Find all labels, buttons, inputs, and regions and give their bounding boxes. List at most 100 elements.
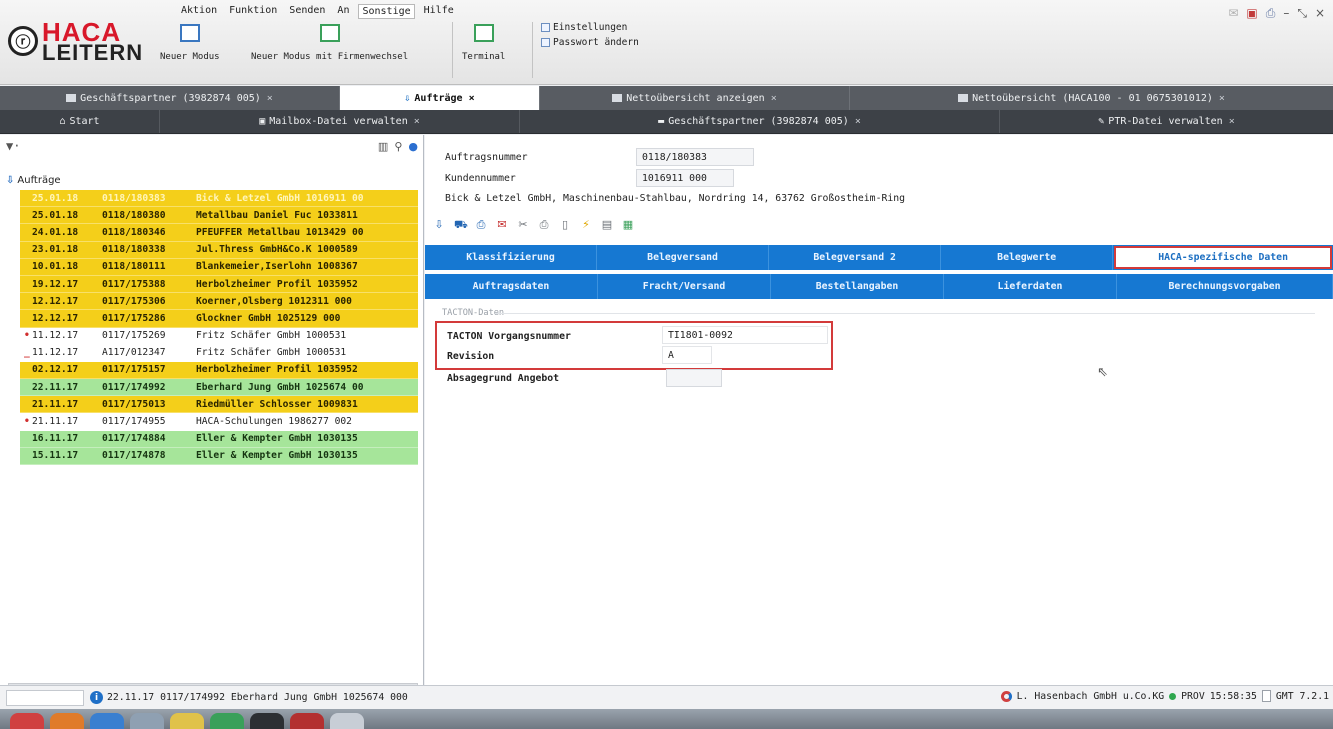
menu-hilfe[interactable]: Hilfe xyxy=(421,4,457,19)
tab-lieferdaten[interactable]: Lieferdaten xyxy=(944,274,1117,299)
tab-close-icon[interactable]: × xyxy=(771,93,777,104)
order-row[interactable]: 19.12.17 0117/175388 Herbolzheimer Profil … xyxy=(20,275,418,294)
tab-auftraege[interactable]: ⇩ Aufträge × xyxy=(340,86,540,110)
einstellungen-button[interactable]: Einstellungen xyxy=(541,22,627,33)
order-customer: Blankemeier,Iserlohn 1008367 xyxy=(196,261,358,273)
document-search-icon[interactable]: ⎙ xyxy=(475,218,487,233)
order-customer: Eller & Kempter GmbH 1030135 xyxy=(196,450,358,462)
table-icon[interactable]: ▦ xyxy=(622,218,634,233)
order-row[interactable]: _ 11.12.17 A117/012347 Fritz Schäfer GmbH 1… xyxy=(20,344,418,362)
absagegrund-field[interactable] xyxy=(666,369,722,387)
page-icon[interactable]: ▯ xyxy=(559,218,571,233)
columns-icon[interactable]: ▥ xyxy=(378,140,388,153)
order-customer: Glockner GmbH 1025129 000 xyxy=(196,312,341,324)
order-row[interactable]: 25.01.18 0118/180383 Bick & Letzel GmbH 10… xyxy=(20,190,418,208)
restore-icon[interactable]: ⤡ xyxy=(1297,6,1307,21)
tab-belegversand-2[interactable]: Belegversand 2 xyxy=(769,245,942,270)
mail-icon[interactable]: ✉ xyxy=(496,218,508,233)
tab-klassifizierung[interactable]: Klassifizierung xyxy=(425,245,598,270)
printer-icon[interactable]: ⎙ xyxy=(538,218,550,233)
taskbar-app-icon[interactable] xyxy=(290,713,324,729)
order-row[interactable]: 25.01.18 0118/180380 Metallbau Daniel Fuc … xyxy=(20,207,418,225)
tab-fracht-versand[interactable]: Fracht/Versand xyxy=(598,274,771,299)
order-row[interactable]: 02.12.17 0117/175157 Herbolzheimer Profil … xyxy=(20,361,418,380)
order-row[interactable]: 12.12.17 0117/175306 Koerner,Olsberg 10123… xyxy=(20,293,418,311)
taskbar-app-icon[interactable] xyxy=(50,713,84,729)
tab-nettouebersicht-haca100[interactable]: Nettoübersicht (HACA100 - 01 0675301012)… xyxy=(850,86,1333,110)
cart-icon[interactable]: ⛟ xyxy=(454,218,468,233)
order-row[interactable]: 23.01.18 0118/180338 Jul.Thress GmbH&Co.K … xyxy=(20,241,418,259)
taskbar-app-icon[interactable] xyxy=(330,713,364,729)
tab-close-icon[interactable]: × xyxy=(414,116,420,127)
search-icon[interactable]: ⚲ xyxy=(394,140,402,153)
tab-geschaeftspartner-2[interactable]: ▬ Geschäftspartner (3982874 005) × xyxy=(520,110,1000,133)
tree-icon[interactable]: ⇩ xyxy=(433,218,445,233)
tab-close-icon[interactable]: × xyxy=(855,116,861,127)
tab-haca-spezifische-daten[interactable]: HACA-spezifische Daten xyxy=(1114,246,1332,269)
tab-mailbox-datei[interactable]: ▣ Mailbox-Datei verwalten × xyxy=(160,110,520,133)
tab-auftragsdaten[interactable]: Auftragsdaten xyxy=(425,274,598,299)
menu-sonstige[interactable]: Sonstige xyxy=(358,4,415,19)
tree-root-auftraege[interactable]: ⇩ Aufträge xyxy=(6,175,61,186)
kundennummer-field[interactable]: 1016911 000 xyxy=(636,169,734,187)
tab-belegversand[interactable]: Belegversand xyxy=(597,245,770,270)
tab-close-icon[interactable]: × xyxy=(1229,116,1235,127)
menu-an[interactable]: An xyxy=(334,4,352,19)
os-taskbar xyxy=(0,709,1333,729)
order-row[interactable]: 24.01.18 0118/180346 PFEUFFER Metallbau 10… xyxy=(20,224,418,242)
order-customer: Jul.Thress GmbH&Co.K 1000589 xyxy=(196,244,358,256)
tab-berechnungsvorgaben[interactable]: Berechnungsvorgaben xyxy=(1117,274,1333,299)
minimize-icon[interactable]: – xyxy=(1283,6,1289,21)
tab-geschaeftspartner[interactable]: Geschäftspartner (3982874 005) × xyxy=(0,86,340,110)
auftragsnummer-field[interactable]: 0118/180383 xyxy=(636,148,754,166)
menu-aktion[interactable]: Aktion xyxy=(178,4,220,19)
passwort-aendern-button[interactable]: Passwort ändern xyxy=(541,37,639,48)
printer-icon[interactable]: ⎙ xyxy=(1266,6,1276,21)
taskbar-app-icon[interactable] xyxy=(10,713,44,729)
tab-bestellangaben[interactable]: Bestellangaben xyxy=(771,274,944,299)
taskbar-app-icon[interactable] xyxy=(130,713,164,729)
order-row[interactable]: 16.11.17 0117/174884 Eller & Kempter GmbH … xyxy=(20,430,418,448)
neuer-modus-firmenwechsel-button[interactable]: Neuer Modus mit Firmenwechsel xyxy=(251,24,408,62)
order-row[interactable]: 15.11.17 0117/174878 Eller & Kempter GmbH … xyxy=(20,447,418,465)
mail-icon[interactable]: ✉ xyxy=(1228,6,1238,21)
taskbar-app-icon[interactable] xyxy=(210,713,244,729)
tree-toolbar: ▼· ▥ ⚲ ● xyxy=(0,135,424,157)
menu-senden[interactable]: Senden xyxy=(286,4,328,19)
pdf-icon[interactable]: ▣ xyxy=(1246,6,1257,21)
row-marker: _ xyxy=(24,347,30,359)
haca-logo: ⓡ HACA LEITERN xyxy=(6,16,146,68)
taskbar-app-icon[interactable] xyxy=(90,713,124,729)
status-dot-icon[interactable]: ● xyxy=(408,140,418,153)
order-row[interactable]: 12.12.17 0117/175286 Glockner GmbH 1025129… xyxy=(20,310,418,328)
menu-funktion[interactable]: Funktion xyxy=(226,4,280,19)
tab-nettouebersicht-anzeigen[interactable]: Nettoübersicht anzeigen × xyxy=(540,86,850,110)
password-icon xyxy=(541,38,550,47)
tab-belegwerte[interactable]: Belegwerte xyxy=(941,245,1114,270)
tab-close-icon[interactable]: × xyxy=(267,93,273,104)
tab-close-icon[interactable]: × xyxy=(1219,93,1225,104)
order-row[interactable]: 21.11.17 0117/175013 Riedmüller Schlosser … xyxy=(20,396,418,414)
order-row[interactable]: 10.01.18 0118/180111 Blankemeier,Iserlohn … xyxy=(20,258,418,276)
taskbar-app-icon[interactable] xyxy=(250,713,284,729)
tab-ptr-datei[interactable]: ✎ PTR-Datei verwalten × xyxy=(1000,110,1333,133)
lightning-icon[interactable]: ⚡ xyxy=(580,218,592,233)
order-row[interactable]: • 21.11.17 0117/174955 HACA-Schulungen 1986… xyxy=(20,413,418,431)
attachment-icon[interactable]: ✂ xyxy=(517,218,529,233)
row-marker: • xyxy=(24,416,30,428)
timezone-version: GMT 7.2.1 xyxy=(1275,690,1329,702)
tacton-field[interactable]: TI1801-0092 xyxy=(662,326,828,344)
tab-start[interactable]: ⌂ Start xyxy=(0,110,160,133)
taskbar-app-icon[interactable] xyxy=(170,713,204,729)
revision-field[interactable]: A xyxy=(662,346,712,364)
order-date: 24.01.18 xyxy=(32,226,79,238)
tab-close-icon[interactable]: × xyxy=(469,93,475,104)
close-icon[interactable]: × xyxy=(1315,6,1325,21)
order-row[interactable]: • 11.12.17 0117/175269 Fritz Schäfer GmbH 1… xyxy=(20,327,418,345)
filter-icon[interactable]: ▼· xyxy=(6,139,20,153)
neuer-modus-button[interactable]: Neuer Modus xyxy=(160,24,220,62)
terminal-button[interactable]: Terminal xyxy=(462,24,505,62)
order-row[interactable]: 22.11.17 0117/174992 Eberhard Jung GmbH 10… xyxy=(20,379,418,397)
status-input[interactable] xyxy=(6,689,84,706)
report-icon[interactable]: ▤ xyxy=(601,218,613,233)
